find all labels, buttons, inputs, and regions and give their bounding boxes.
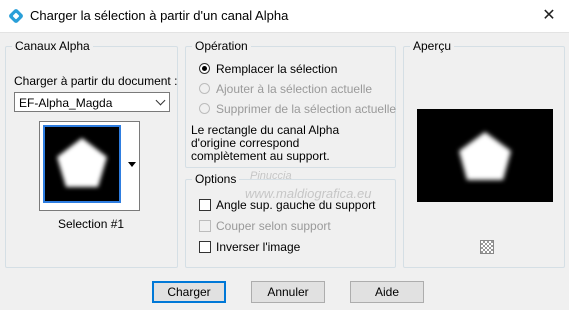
document-label: Charger à partir du document : <box>14 74 178 88</box>
operation-info-line2: d'origine correspond <box>191 136 300 150</box>
watermark-line2: www.maldiografica.eu <box>245 186 372 201</box>
charger-button[interactable]: Charger <box>152 281 226 303</box>
window-title: Charger la sélection à partir d'un canal… <box>30 8 289 23</box>
aide-button[interactable]: Aide <box>350 281 424 303</box>
channel-thumbnail-picker[interactable] <box>39 121 140 211</box>
document-select[interactable]: EF-Alpha_Magda <box>14 92 170 112</box>
apercu-legend: Aperçu <box>410 39 455 53</box>
operation-group: Opération Remplacer la sélection Ajouter… <box>185 39 396 168</box>
chevron-down-icon <box>155 95 166 106</box>
radio-supprimer[interactable] <box>199 103 210 114</box>
preview-zoom-icon[interactable] <box>480 240 494 254</box>
canaux-alpha-legend: Canaux Alpha <box>12 39 93 53</box>
apercu-group: Aperçu <box>403 39 565 268</box>
operation-info-line3: complètement au support. <box>191 149 330 163</box>
radio-supprimer-label[interactable]: Supprimer de la sélection actuelle <box>216 102 396 116</box>
thumbnail-dropdown-icon[interactable] <box>128 162 136 167</box>
title-bar: Charger la sélection à partir d'un canal… <box>0 0 569 33</box>
annuler-button[interactable]: Annuler <box>251 281 325 303</box>
canaux-alpha-group: Canaux Alpha Charger à partir du documen… <box>5 39 178 268</box>
watermark-line1: Pinuccia <box>250 170 292 182</box>
selection-preview <box>417 109 553 202</box>
pentagon-selection-thumbnail <box>57 138 107 187</box>
close-button[interactable]: ✕ <box>529 0 569 32</box>
checkbox-angle-sup[interactable] <box>199 199 211 211</box>
selection-name: Selection #1 <box>58 217 125 231</box>
options-legend: Options <box>192 172 240 186</box>
radio-ajouter[interactable] <box>199 83 210 94</box>
checkbox-inverser-label[interactable]: Inverser l'image <box>216 240 300 254</box>
operation-legend: Opération <box>192 39 251 53</box>
operation-info-line1: Le rectangle du canal Alpha <box>191 123 340 137</box>
pentagon-preview-image <box>459 132 511 180</box>
checkbox-couper-label[interactable]: Couper selon support <box>216 219 331 233</box>
document-select-value: EF-Alpha_Magda <box>19 96 113 110</box>
checkbox-couper[interactable] <box>199 220 211 232</box>
channel-thumbnail <box>43 125 121 203</box>
radio-remplacer[interactable] <box>199 63 210 74</box>
checkbox-inverser[interactable] <box>199 241 211 253</box>
radio-ajouter-label[interactable]: Ajouter à la sélection actuelle <box>216 82 372 96</box>
app-icon <box>8 8 24 24</box>
radio-remplacer-label[interactable]: Remplacer la sélection <box>216 62 337 76</box>
